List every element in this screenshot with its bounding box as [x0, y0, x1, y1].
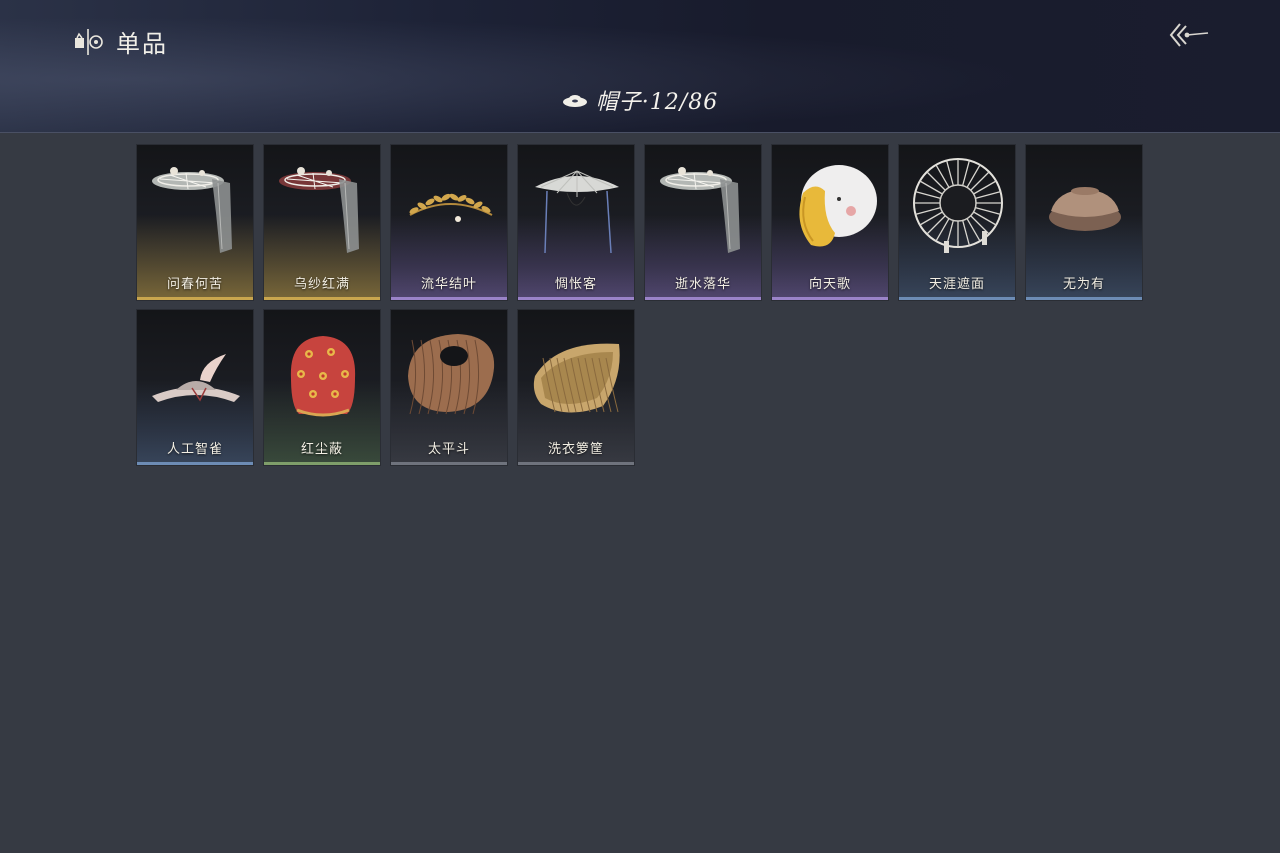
item-name: 无为有: [1062, 277, 1105, 292]
item-card[interactable]: 天涯遮面: [898, 144, 1016, 301]
bamboo-hat-icon: [527, 153, 627, 257]
rarity-bar: [391, 297, 507, 300]
page-title: 单品: [116, 30, 168, 58]
rarity-bar: [1026, 297, 1142, 300]
top-bar: 单品 帽子·12/86: [0, 0, 1280, 133]
rarity-bar: [772, 297, 888, 300]
wardrobe-icon: [75, 28, 103, 55]
veiled-hat-icon: [273, 153, 373, 257]
wheel-hat-icon: [908, 153, 1008, 257]
rarity-bar: [137, 297, 253, 300]
rarity-bar: [137, 462, 253, 465]
rarity-bar: [264, 297, 380, 300]
red-hood-icon: [273, 318, 373, 422]
goose-hood-icon: [781, 153, 881, 257]
woven-basket-icon: [400, 318, 500, 422]
item-name: 问春何苦: [166, 277, 223, 292]
back-arrow-icon: [1169, 23, 1209, 47]
item-name: 乌纱红满: [293, 277, 350, 292]
page-header: 单品: [72, 24, 168, 59]
rarity-bar: [264, 462, 380, 465]
item-card[interactable]: 问春何苦: [136, 144, 254, 301]
item-name: 天涯遮面: [928, 277, 985, 292]
item-name: 洗衣箩筐: [547, 442, 604, 457]
bowl-hat-icon: [1035, 153, 1135, 257]
category-label: 帽子·12/86: [595, 90, 719, 115]
back-button[interactable]: [1162, 16, 1214, 54]
bird-hat-icon: [146, 318, 246, 422]
item-card[interactable]: 太平斗: [390, 309, 508, 466]
item-card[interactable]: 洗衣箩筐: [517, 309, 635, 466]
item-name: 流华结叶: [420, 277, 477, 292]
item-grid: 问春何苦 乌纱红满 流华结叶 惆怅客 逝水落华 向天歌 天涯遮面 无为有人工智雀 红尘蔽 太平斗 洗…: [136, 144, 1146, 466]
veiled-hat-icon: [654, 153, 754, 257]
laurel-crown-icon: [400, 153, 500, 257]
rarity-bar: [518, 462, 634, 465]
item-name: 太平斗: [427, 442, 470, 457]
item-card[interactable]: 无为有: [1025, 144, 1143, 301]
rarity-bar: [645, 297, 761, 300]
item-name: 红尘蔽: [300, 442, 343, 457]
item-name: 人工智雀: [166, 442, 223, 457]
hat-icon: [562, 95, 587, 107]
item-card[interactable]: 流华结叶: [390, 144, 508, 301]
item-name: 向天歌: [808, 277, 851, 292]
wicker-basket-icon: [527, 318, 627, 422]
rarity-bar: [899, 297, 1015, 300]
item-card[interactable]: 逝水落华: [644, 144, 762, 301]
item-name: 逝水落华: [674, 277, 731, 292]
item-card[interactable]: 红尘蔽: [263, 309, 381, 466]
item-card[interactable]: 人工智雀: [136, 309, 254, 466]
item-name: 惆怅客: [554, 277, 597, 292]
veiled-hat-icon: [146, 153, 246, 257]
rarity-bar: [518, 297, 634, 300]
item-card[interactable]: 向天歌: [771, 144, 889, 301]
category-header: 帽子·12/86: [0, 84, 1280, 116]
item-card[interactable]: 惆怅客: [517, 144, 635, 301]
rarity-bar: [391, 462, 507, 465]
item-card[interactable]: 乌纱红满: [263, 144, 381, 301]
